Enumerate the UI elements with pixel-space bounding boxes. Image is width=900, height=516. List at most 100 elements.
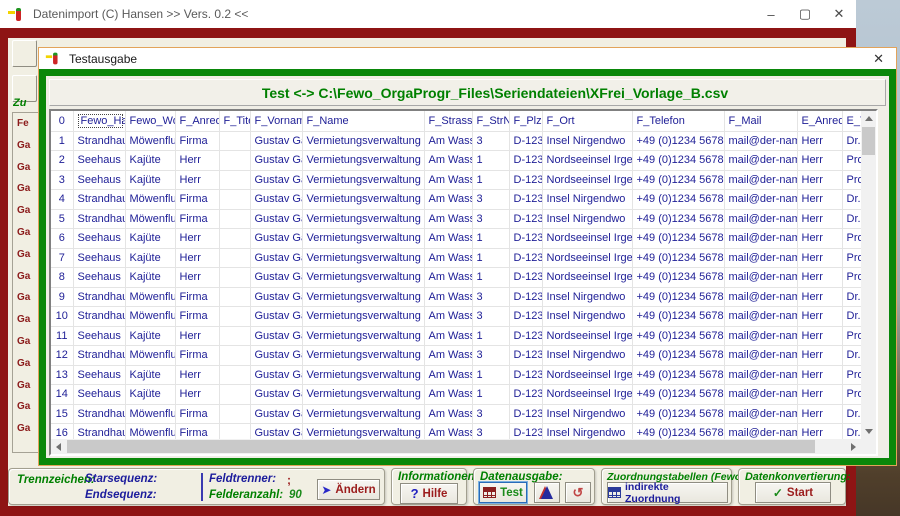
- table-cell[interactable]: Prof. D: [842, 228, 861, 249]
- list-item[interactable]: Ga: [13, 200, 40, 222]
- hilfe-button[interactable]: ? Hilfe: [400, 483, 458, 504]
- table-cell[interactable]: Seehaus: [73, 248, 126, 268]
- header-cell[interactable]: F_Titel: [219, 111, 251, 132]
- table-cell[interactable]: [219, 228, 251, 249]
- table-cell[interactable]: mail@der-name.de: [724, 170, 798, 190]
- table-cell[interactable]: D-1234: [509, 287, 543, 307]
- table-cell[interactable]: Am Wasser: [424, 345, 473, 366]
- table-cell[interactable]: Herr: [175, 228, 220, 249]
- table-cell[interactable]: +49 (0)1234 56789 123: [632, 326, 725, 346]
- table-cell[interactable]: Herr: [797, 287, 843, 307]
- table-row[interactable]: 10StrandhausMöwenflugFirma Gustav GansVer…: [51, 306, 861, 327]
- table-cell[interactable]: Nordseeinsel Irgendwo: [542, 150, 633, 171]
- table-cell[interactable]: Gustav Gans: [250, 404, 303, 424]
- table-cell[interactable]: Am Wasser: [424, 150, 473, 171]
- table-cell[interactable]: Seehaus: [73, 170, 126, 190]
- table-cell[interactable]: Möwenflug: [125, 209, 176, 229]
- table-cell[interactable]: Strandhaus: [73, 423, 126, 439]
- table-cell[interactable]: Gustav Gans: [250, 267, 303, 288]
- table-cell[interactable]: Am Wasser: [424, 228, 473, 249]
- table-cell[interactable]: Herr: [797, 306, 843, 327]
- table-cell[interactable]: D-1234: [509, 404, 543, 424]
- table-cell[interactable]: Gustav Gans: [250, 248, 303, 268]
- header-cell[interactable]: F_Ort: [542, 111, 633, 132]
- table-cell[interactable]: Am Wasser: [424, 209, 473, 229]
- table-cell[interactable]: mail@der-name.de: [724, 345, 798, 366]
- table-cell[interactable]: Insel Nirgendwo: [542, 189, 633, 210]
- table-cell[interactable]: +49 (0)1234 56789 123: [632, 384, 725, 405]
- arrow-button[interactable]: [534, 482, 560, 503]
- table-cell[interactable]: 10: [51, 306, 74, 327]
- table-cell[interactable]: Am Wasser: [424, 306, 473, 327]
- list-item[interactable]: Ga: [13, 287, 40, 309]
- table-cell[interactable]: Möwenflug: [125, 404, 176, 424]
- table-cell[interactable]: [219, 384, 251, 405]
- table-cell[interactable]: Am Wasser: [424, 326, 473, 346]
- table-cell[interactable]: 1: [472, 170, 510, 190]
- table-cell[interactable]: D-1234: [509, 248, 543, 268]
- table-cell[interactable]: Kajüte: [125, 365, 176, 385]
- table-cell[interactable]: Prof. D: [842, 170, 861, 190]
- table-cell[interactable]: Insel Nirgendwo: [542, 287, 633, 307]
- table-cell[interactable]: Kajüte: [125, 326, 176, 346]
- horizontal-scroll-thumb[interactable]: [67, 440, 815, 453]
- table-cell[interactable]: [219, 170, 251, 190]
- vertical-scroll-thumb[interactable]: [862, 127, 875, 155]
- table-cell[interactable]: D-1234: [509, 384, 543, 405]
- table-row[interactable]: 4StrandhausMöwenflugFirma Gustav GansVerm…: [51, 189, 861, 210]
- horizontal-scrollbar[interactable]: [51, 439, 861, 454]
- table-cell[interactable]: [219, 267, 251, 288]
- table-cell[interactable]: Vermietungsverwaltung vor Ort: [302, 423, 425, 439]
- table-cell[interactable]: [219, 326, 251, 346]
- table-cell[interactable]: Herr: [175, 326, 220, 346]
- table-cell[interactable]: 1: [472, 365, 510, 385]
- table-cell[interactable]: Gustav Gans: [250, 326, 303, 346]
- table-cell[interactable]: Möwenflug: [125, 345, 176, 366]
- table-cell[interactable]: Herr: [797, 326, 843, 346]
- list-item[interactable]: Ga: [13, 266, 40, 288]
- test-button[interactable]: Test: [479, 482, 527, 503]
- table-cell[interactable]: D-1234: [509, 209, 543, 229]
- scroll-right-icon[interactable]: [846, 439, 861, 454]
- table-cell[interactable]: [219, 131, 251, 151]
- table-cell[interactable]: 3: [472, 306, 510, 327]
- table-cell[interactable]: mail@der-name.de: [724, 189, 798, 210]
- vertical-scrollbar[interactable]: [861, 111, 876, 439]
- header-cell[interactable]: F_Anrede: [175, 111, 220, 132]
- table-cell[interactable]: +49 (0)1234 56789 123: [632, 365, 725, 385]
- table-row[interactable]: 5StrandhausMöwenflugFirma Gustav GansVerm…: [51, 209, 861, 229]
- table-cell[interactable]: 3: [472, 131, 510, 151]
- table-cell[interactable]: 4: [51, 189, 74, 210]
- table-cell[interactable]: Herr: [797, 248, 843, 268]
- scroll-up-icon[interactable]: [861, 111, 876, 126]
- table-cell[interactable]: Möwenflug: [125, 306, 176, 327]
- table-cell[interactable]: Dr.: [842, 423, 861, 439]
- table-cell[interactable]: [219, 306, 251, 327]
- start-button[interactable]: ✓ Start: [755, 482, 831, 503]
- table-cell[interactable]: Kajüte: [125, 228, 176, 249]
- table-cell[interactable]: Dr.: [842, 189, 861, 210]
- table-cell[interactable]: mail@der-name.de: [724, 248, 798, 268]
- main-titlebar[interactable]: Datenimport (C) Hansen >> Vers. 0.2 << –…: [0, 0, 856, 28]
- table-cell[interactable]: 1: [51, 131, 74, 151]
- header-cell[interactable]: Fewo_Wohn: [125, 111, 176, 132]
- table-cell[interactable]: Firma: [175, 287, 220, 307]
- table-cell[interactable]: Firma: [175, 423, 220, 439]
- table-cell[interactable]: Vermietungsverwaltung vor Ort: [302, 267, 425, 288]
- table-cell[interactable]: Vermietungsverwaltung vor Ort: [302, 287, 425, 307]
- table-cell[interactable]: Vermietungsverwaltung vor Ort: [302, 150, 425, 171]
- table-cell[interactable]: D-1234: [509, 326, 543, 346]
- table-cell[interactable]: Firma: [175, 345, 220, 366]
- table-cell[interactable]: Insel Nirgendwo: [542, 345, 633, 366]
- table-cell[interactable]: Kajüte: [125, 170, 176, 190]
- table-cell[interactable]: +49 (0)1234 56789 123: [632, 131, 725, 151]
- table-cell[interactable]: +49 (0)1234 56789 123: [632, 150, 725, 171]
- header-cell[interactable]: Fewo_Haus: [73, 111, 126, 132]
- table-cell[interactable]: Prof. D: [842, 326, 861, 346]
- table-cell[interactable]: Herr: [797, 384, 843, 405]
- list-item[interactable]: Ga: [13, 375, 40, 397]
- table-cell[interactable]: 1: [472, 248, 510, 268]
- toolbar-button-partial-1[interactable]: [12, 40, 37, 67]
- table-cell[interactable]: Kajüte: [125, 150, 176, 171]
- table-cell[interactable]: Möwenflug: [125, 287, 176, 307]
